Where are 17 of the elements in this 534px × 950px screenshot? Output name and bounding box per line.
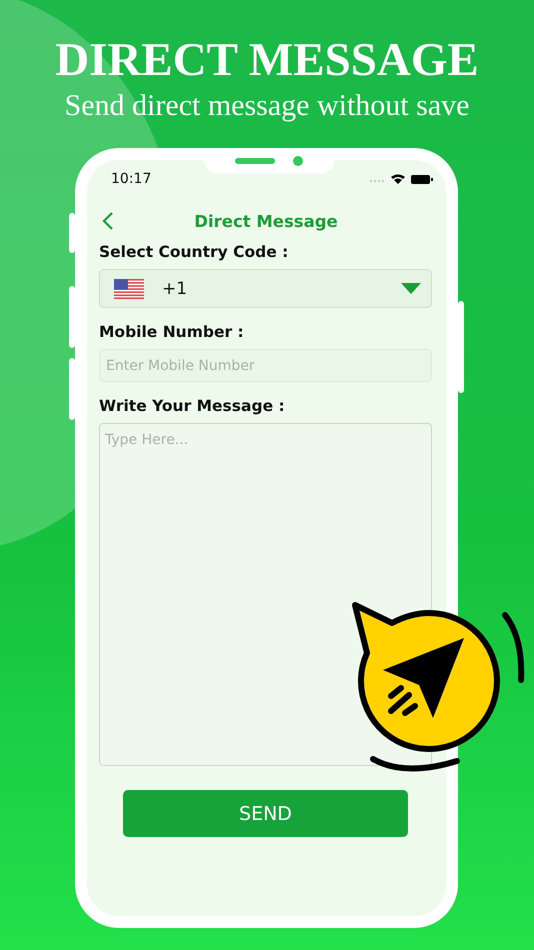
flag-icon [114, 278, 144, 298]
field-label: Mobile Number : [99, 322, 244, 342]
field-label: Select Country Code : [99, 242, 288, 262]
field-label: Write Your Message : [99, 396, 285, 416]
wifi-icon [391, 174, 405, 184]
message-field[interactable]: Type Here... [99, 423, 432, 766]
camera-icon [293, 156, 303, 166]
battery-icon [411, 175, 433, 184]
status-time: 10:17 [111, 171, 152, 187]
country-code-dropdown[interactable]: +1 [99, 269, 432, 308]
back-icon[interactable] [102, 211, 114, 231]
subheadline: Send direct message without save [64, 88, 470, 124]
dropdown-arrow-icon [401, 282, 421, 294]
mobile-number-field[interactable]: Enter Mobile Number [99, 349, 432, 382]
headline: DIRECT MESSAGE [54, 34, 480, 86]
speaker-icon [235, 158, 275, 164]
screen-title: Direct Message [194, 212, 338, 230]
